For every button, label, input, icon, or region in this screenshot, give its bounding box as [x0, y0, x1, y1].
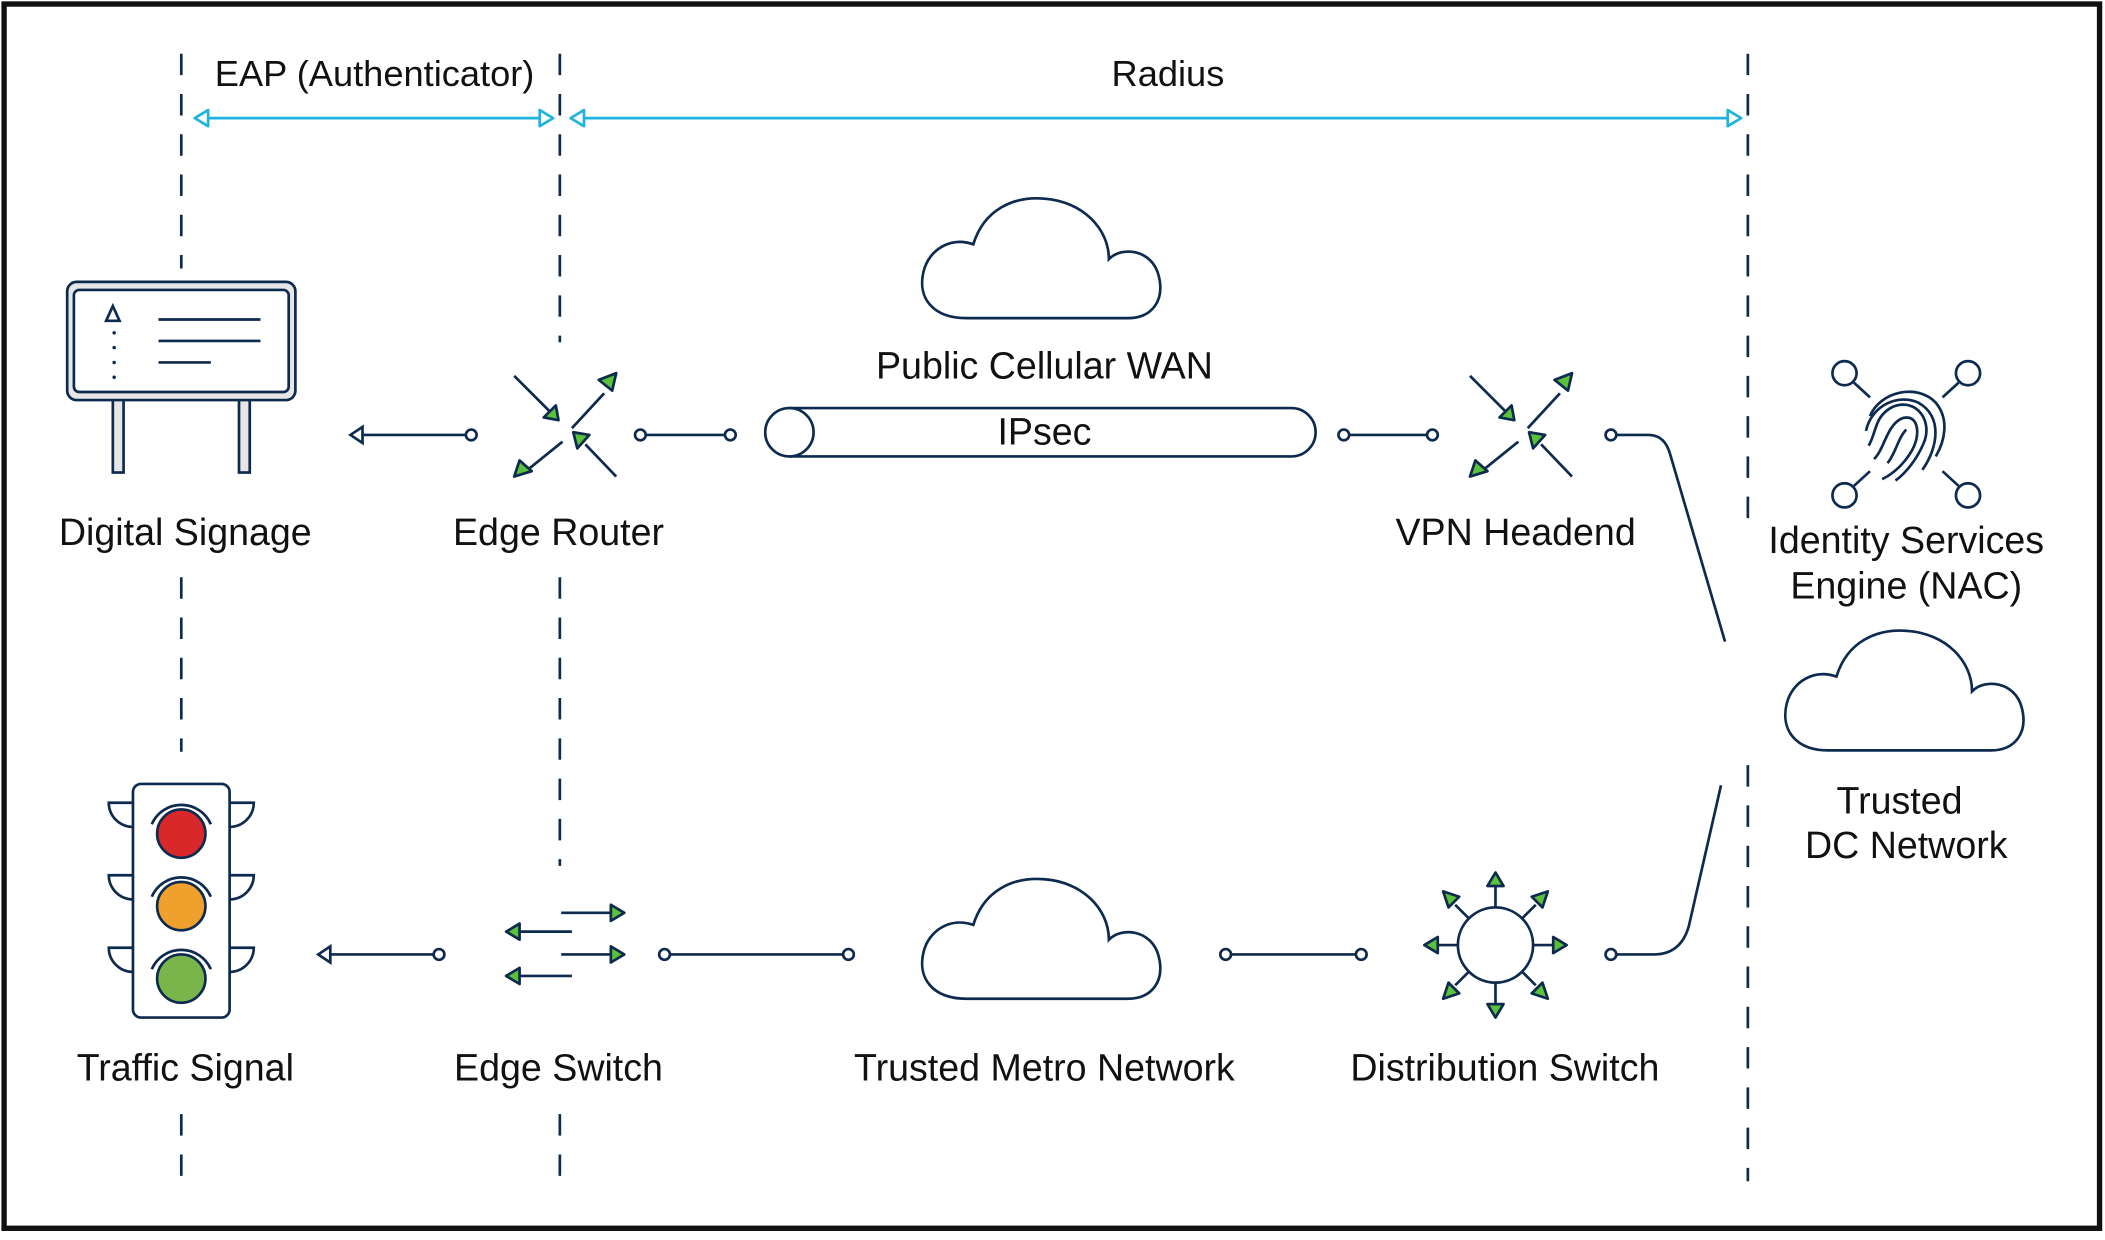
- edge-switch-label: Edge Switch: [454, 1047, 663, 1089]
- distribution-switch-label: Distribution Switch: [1350, 1047, 1659, 1089]
- public-wan-label: Public Cellular WAN: [876, 345, 1213, 387]
- amber-light: [155, 880, 207, 932]
- ise-label-line1: Identity Services: [1768, 519, 2044, 561]
- traffic-signal-label: Traffic Signal: [77, 1047, 294, 1089]
- ipsec-label: IPsec: [997, 410, 1091, 452]
- network-diagram: EAP (Authenticator) Radius Digital Signa…: [0, 0, 2105, 1235]
- vpn-headend-label: VPN Headend: [1396, 511, 1636, 553]
- hub-icon: [1423, 871, 1568, 1019]
- eap-zone-label: EAP (Authenticator): [215, 53, 535, 94]
- green-light: [155, 953, 207, 1005]
- trusted-metro-label: Trusted Metro Network: [854, 1047, 1235, 1089]
- radius-zone-label: Radius: [1112, 53, 1225, 94]
- ise-label-line2: Engine (NAC): [1790, 565, 2022, 607]
- trusted-dc-label-line2: DC Network: [1805, 824, 2008, 866]
- diagram-frame: [1, 1, 2103, 1231]
- red-light: [155, 808, 207, 860]
- digital-signage-label: Digital Signage: [59, 511, 312, 553]
- edge-router-label: Edge Router: [453, 511, 664, 553]
- trusted-dc-label-line1: Trusted: [1837, 779, 1963, 821]
